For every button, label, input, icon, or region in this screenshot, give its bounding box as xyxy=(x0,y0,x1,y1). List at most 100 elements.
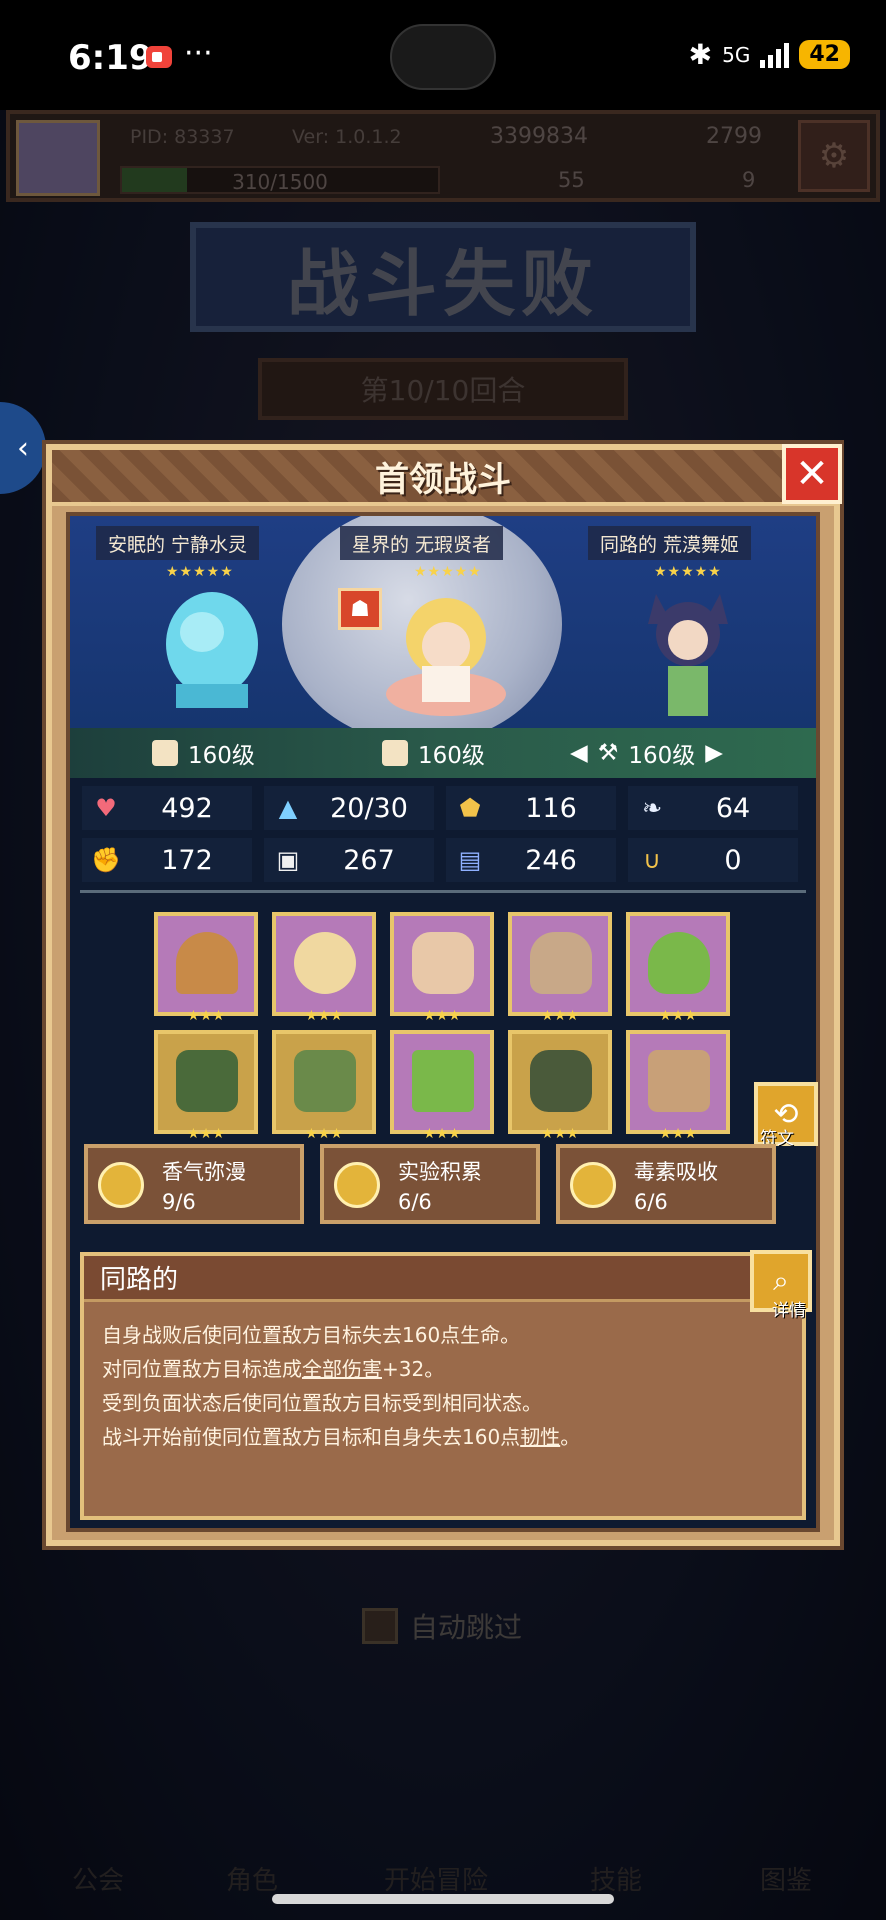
amulet-icon xyxy=(412,932,474,994)
wrench-icon: ⚒ xyxy=(597,740,619,766)
helmet-icon xyxy=(176,1050,238,1112)
stat-resist-value: 246 xyxy=(525,844,577,876)
fist-icon: ✊ xyxy=(91,846,121,874)
wand-icon xyxy=(176,932,238,994)
equipment-stars: ★★★ xyxy=(305,1008,343,1024)
equipment-helmet[interactable]: ★★★ xyxy=(154,1030,258,1142)
hero-name-1: 安眠的 宁静水灵 xyxy=(96,526,260,560)
set-bonus-3-count: 6/6 xyxy=(634,1190,668,1214)
scroll-icon: ▤ xyxy=(458,846,482,874)
mana-drop-icon: ▲ xyxy=(278,794,298,822)
modal-header: 首领战斗 xyxy=(52,450,834,506)
stat-attack-value: 172 xyxy=(161,844,213,876)
set-bonus-3[interactable]: 毒素吸收 6/6 xyxy=(556,1144,776,1224)
set-bonus-2-count: 6/6 xyxy=(398,1190,432,1214)
equipment-stars: ★★★ xyxy=(659,1008,697,1024)
coin-icon xyxy=(570,1162,616,1208)
equipment-orb[interactable]: ★★★ xyxy=(272,912,376,1024)
stat-magic: ▣ 267 xyxy=(264,838,434,882)
more-dots: ··· xyxy=(184,36,213,71)
trait-line-4: 战斗开始前使同位置敌方目标和自身失去160点韧性。 xyxy=(102,1420,580,1454)
magnet-icon: ∪ xyxy=(643,846,661,874)
stat-pull: ∪ 0 xyxy=(628,838,798,882)
set-bonus-1[interactable]: 香气弥漫 9/6 xyxy=(84,1144,304,1224)
trait-description-panel: 同路的 ⌕ 详情 自身战败后使同位置敌方目标失去160点生命。 对同位置敌方目标… xyxy=(80,1250,812,1520)
hero-level-1-text: 160级 xyxy=(188,743,255,769)
coin-icon xyxy=(334,1162,380,1208)
hero-name-2: 星界的 无瑕贤者 xyxy=(340,526,504,560)
hero-scene: 安眠的 宁静水灵 星界的 无瑕贤者 同路的 荒漠舞姬 ★★★★★ ★★★★★ ★… xyxy=(70,516,816,728)
battery-indicator: 42 xyxy=(799,40,850,69)
boss-battle-modal: 首领战斗 ✕ 安眠的 宁静水灵 星界的 无瑕贤者 同路的 荒漠舞姬 ★★★★★ … xyxy=(46,444,842,1546)
detail-label: 详情 xyxy=(772,1301,806,1321)
set-bonus-2[interactable]: 实验积累 6/6 xyxy=(320,1144,540,1224)
hero-stars-3: ★★★★★ xyxy=(654,564,722,580)
hat-icon xyxy=(530,932,592,994)
wing-icon: ❧ xyxy=(641,794,663,822)
equipment-slime[interactable]: ★★★ xyxy=(626,912,730,1024)
trait-description: 自身战败后使同位置敌方目标失去160点生命。 对同位置敌方目标造成全部伤害+32… xyxy=(102,1318,580,1454)
equipment-belt[interactable]: ★★★ xyxy=(508,1030,612,1142)
stat-speed: ❧ 64 xyxy=(628,786,798,830)
trait-line-2-suffix: +32。 xyxy=(382,1357,445,1381)
astral-sage-sprite[interactable] xyxy=(380,586,510,722)
stat-pull-value: 0 xyxy=(724,844,742,876)
water-spirit-sprite[interactable] xyxy=(152,584,272,714)
armor-icon xyxy=(294,1050,356,1112)
divider xyxy=(80,890,806,893)
set-bonus-1-count: 9/6 xyxy=(162,1190,196,1214)
equipment-stars: ★★★ xyxy=(187,1008,225,1024)
hero-level-1: 160级 xyxy=(152,736,255,770)
hero-level-bar: 160级 160级 ◀ ⚒ 160级 ▶ xyxy=(70,728,816,778)
set-bonus-2-name: 实验积累 xyxy=(398,1160,482,1184)
modal-title: 首领战斗 xyxy=(375,459,511,500)
close-button[interactable]: ✕ xyxy=(782,444,842,504)
trait-link-toughness[interactable]: 韧性 xyxy=(520,1425,560,1449)
equipment-gloves[interactable]: ★★★ xyxy=(390,1030,494,1142)
desert-dancer-sprite[interactable] xyxy=(628,584,748,724)
trait-line-2-text: 对同位置敌方目标造成 xyxy=(102,1357,302,1381)
dynamic-island xyxy=(390,24,496,90)
set-bonus-3-name: 毒素吸收 xyxy=(634,1160,718,1184)
hero-level-3[interactable]: ◀ ⚒ 160级 ▶ xyxy=(570,736,723,770)
equipment-hat[interactable]: ★★★ xyxy=(508,912,612,1024)
modal-content: 安眠的 宁静水灵 星界的 无瑕贤者 同路的 荒漠舞姬 ★★★★★ ★★★★★ ★… xyxy=(66,512,820,1532)
equipment-stars: ★★★ xyxy=(423,1126,461,1142)
hero-stars-1: ★★★★★ xyxy=(166,564,234,580)
orb-icon xyxy=(294,932,356,994)
trait-line-3: 受到负面状态后使同位置敌方目标受到相同状态。 xyxy=(102,1391,542,1415)
equipment-stars: ★★★ xyxy=(305,1126,343,1142)
home-indicator[interactable] xyxy=(272,1894,614,1904)
hero-level-2: 160级 xyxy=(382,736,485,770)
heart-icon: ♥ xyxy=(95,794,117,822)
hero-stars-2: ★★★★★ xyxy=(414,564,482,580)
equipment-wand[interactable]: ★★★ xyxy=(154,912,258,1024)
trait-line-4-suffix: 。 xyxy=(560,1425,581,1449)
stat-armor: ⬟ 116 xyxy=(446,786,616,830)
equipment-armor[interactable]: ★★★ xyxy=(272,1030,376,1142)
shield-icon: ⬟ xyxy=(459,794,481,822)
equipment-boots[interactable]: ★★★ xyxy=(626,1030,730,1142)
trait-link-all-damage[interactable]: 全部伤害 xyxy=(302,1357,382,1381)
bluetooth-icon: ✱ xyxy=(688,38,713,71)
trait-line-1: 自身战败后使同位置敌方目标失去160点生命。 xyxy=(102,1323,521,1347)
trait-line-4-text: 战斗开始前使同位置敌方目标和自身失去160点 xyxy=(102,1425,521,1449)
network-label: 5G xyxy=(722,42,751,67)
left-arrow-icon[interactable]: ◀ xyxy=(570,740,588,766)
stat-armor-value: 116 xyxy=(525,792,577,824)
level-icon xyxy=(382,740,408,766)
screen-record-icon xyxy=(146,46,172,68)
hero-level-2-text: 160级 xyxy=(418,743,485,769)
equipment-amulet[interactable]: ★★★ xyxy=(390,912,494,1024)
status-icons: ✱ 5G 42 xyxy=(689,38,850,71)
equipment-stars: ★★★ xyxy=(659,1126,697,1142)
hero-name-3: 同路的 荒漠舞姬 xyxy=(588,526,752,560)
set-bonus-1-name: 香气弥漫 xyxy=(162,1160,246,1184)
right-arrow-icon[interactable]: ▶ xyxy=(705,740,723,766)
clock: 6:19 xyxy=(68,38,153,78)
stat-mana-value: 20/30 xyxy=(330,792,408,824)
hero-level-3-text: 160级 xyxy=(628,743,696,769)
equipment-stars: ★★★ xyxy=(541,1126,579,1142)
stat-magic-value: 267 xyxy=(343,844,395,876)
signal-icon xyxy=(760,42,790,68)
